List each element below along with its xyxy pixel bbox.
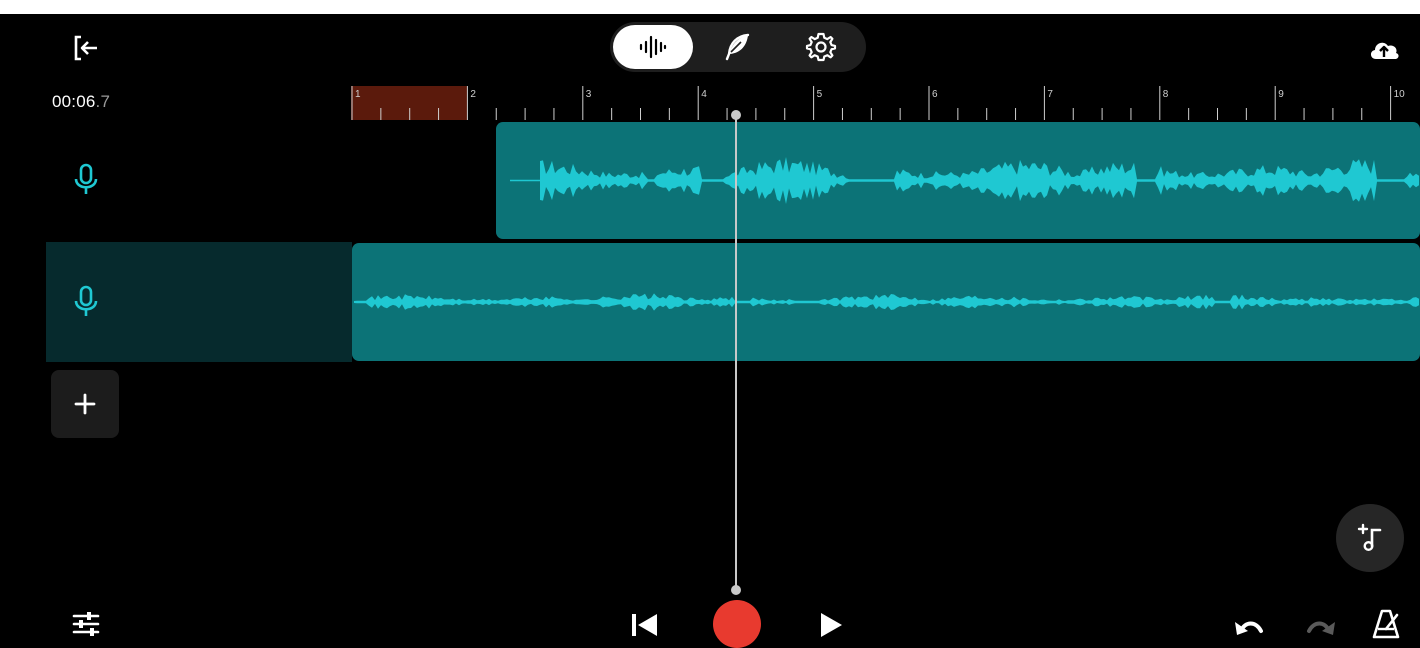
track-1-header[interactable] [66,160,106,200]
playhead[interactable] [735,114,737,592]
view-mode-switcher [610,22,866,72]
status-bar-band [0,0,1420,14]
track-2-audio-clip[interactable] [352,243,1420,361]
play-icon [821,613,842,637]
track-1-waveform [510,157,1419,204]
undo-button[interactable] [1228,610,1268,644]
track-2-mic-button[interactable] [66,282,106,322]
track-1-audio-clip[interactable] [496,122,1420,239]
waveform-shape [540,157,1419,204]
redo-icon [1307,621,1335,635]
ruler-bar-label: 5 [817,89,823,100]
waveform-shape [354,293,1419,311]
rewind-button[interactable] [624,606,664,642]
plus-icon [74,393,96,415]
ruler-bar-label: 4 [701,89,707,100]
ruler-bar-label: 3 [586,89,592,100]
timeline-ruler[interactable]: 1 2 3 4 5 6 7 8 9 10 [351,84,1420,120]
metronome-icon [1372,609,1400,639]
track-2-waveform [354,293,1419,311]
tab-settings[interactable] [781,25,861,69]
microphone-icon [74,285,98,316]
mixer-button[interactable] [66,604,106,644]
playhead-top-handle[interactable] [731,110,741,120]
add-track-button[interactable] [51,370,119,438]
metronome-button[interactable] [1366,604,1406,644]
ruler-bar-label: 1 [355,89,361,100]
tab-effects[interactable] [697,25,777,69]
exit-icon [74,35,97,61]
redo-button[interactable] [1302,610,1342,644]
play-button[interactable] [812,606,848,642]
skip-to-start-icon [632,614,657,636]
ruler-bar-label: 7 [1047,89,1053,100]
cloud-upload-icon [1370,42,1399,59]
ruler-bar-label: 2 [470,89,476,100]
gear-icon [805,32,837,62]
sliders-icon [72,612,100,636]
time-fraction: .7 [95,92,111,111]
time-readout: 00:06.7 [52,92,110,112]
upload-button[interactable] [1362,32,1406,68]
microphone-icon [74,163,98,194]
time-main: 00:06 [52,92,96,111]
add-music-note-icon [1357,523,1382,552]
ruler-bar-label: 10 [1394,89,1406,100]
tab-waveform[interactable] [613,25,693,69]
playhead-bottom-handle[interactable] [731,585,741,595]
add-instrument-button[interactable] [1336,504,1404,572]
ruler-bar-label: 9 [1278,89,1284,100]
waveform-icon [639,35,667,59]
feather-icon [725,33,750,61]
undo-icon [1235,621,1263,635]
ruler-bar-label: 6 [932,89,938,100]
ruler-bar-label: 8 [1163,89,1169,100]
record-button[interactable] [713,600,761,648]
exit-button[interactable] [64,28,108,68]
